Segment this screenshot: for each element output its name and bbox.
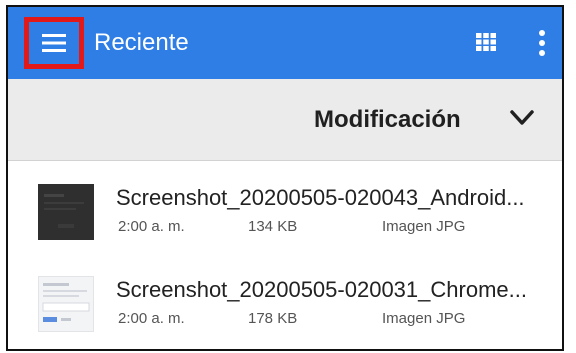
file-name: Screenshot_20200505-020031_Chrome... (116, 277, 527, 302)
file-size: 134 KB (248, 218, 298, 235)
chevron-down-icon[interactable] (510, 109, 534, 127)
file-list: Screenshot_20200505-020043_Android... 2:… (8, 162, 562, 346)
file-time: 2:00 a. m. (118, 218, 185, 235)
file-name: Screenshot_20200505-020043_Android... (116, 185, 525, 210)
page-title: Reciente (94, 29, 189, 56)
file-type: Imagen JPG (382, 218, 466, 235)
file-type: Imagen JPG (382, 310, 466, 327)
more-vert-icon[interactable] (536, 29, 548, 57)
file-row[interactable]: Screenshot_20200505-020031_Chrome... 2:0… (8, 254, 562, 346)
file-thumbnail (38, 276, 94, 332)
file-row[interactable]: Screenshot_20200505-020043_Android... 2:… (8, 162, 562, 254)
sort-bar: Modificación (8, 79, 562, 161)
file-time: 2:00 a. m. (118, 310, 185, 327)
app-bar: Reciente (8, 7, 562, 79)
file-thumbnail (38, 184, 94, 240)
sort-label[interactable]: Modificación (314, 105, 461, 135)
grid-view-icon[interactable] (476, 33, 496, 51)
hamburger-menu-icon (42, 34, 66, 52)
app-screen: Reciente Modificación Screenshot_2020050… (6, 5, 564, 351)
menu-button[interactable] (24, 17, 84, 69)
file-size: 178 KB (248, 310, 298, 327)
